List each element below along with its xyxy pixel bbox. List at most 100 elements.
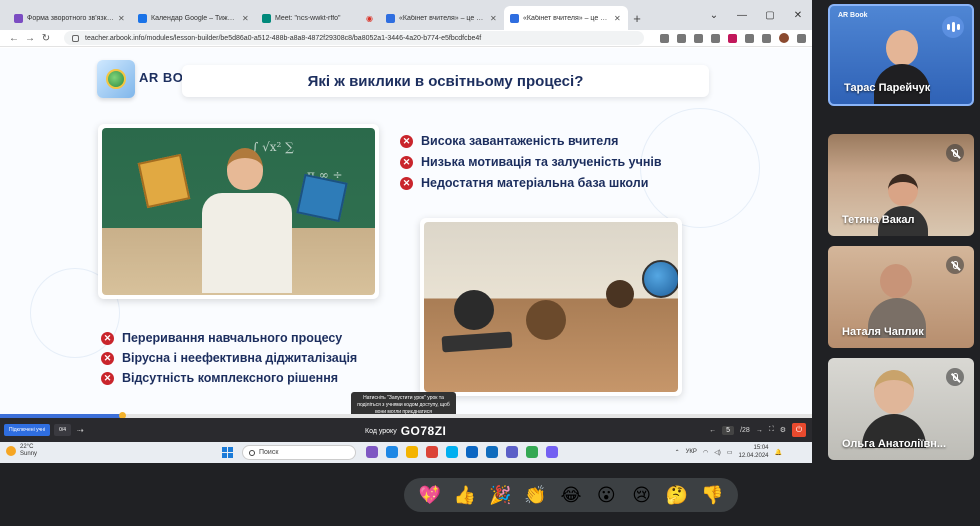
slide-navigation: ← 5 /28 → ⛶ ⚙ ⏻ [709, 423, 806, 437]
slide-title-box: Які ж виклики в освітньому процесі? [182, 65, 709, 97]
challenge-text: Переривання навчального процесу [122, 331, 343, 345]
tab-search-icon[interactable]: ⌄ [700, 10, 728, 21]
list-item: ✕ Переривання навчального процесу [101, 331, 357, 345]
wifi-icon[interactable]: ◠ [703, 449, 708, 456]
lesson-code: Код уроку GO78ZI [365, 424, 446, 438]
bookmark-star-icon[interactable] [711, 33, 720, 43]
close-tab-icon[interactable]: ✕ [242, 14, 250, 23]
heart-reaction[interactable]: 💖 [418, 483, 442, 507]
lesson-slide: AR BOOK Які ж виклики в освітньому проце… [0, 48, 812, 414]
explorer-icon[interactable] [406, 446, 418, 458]
students-photo-image [424, 222, 678, 392]
tab-title: Meet: "ncs-wwkt-rffo" [275, 14, 341, 22]
skype-icon[interactable] [446, 446, 458, 458]
challenge-text: Відсутність комплексного рішення [122, 371, 339, 385]
viber-icon[interactable] [546, 446, 558, 458]
windows-start-icon[interactable] [222, 447, 233, 458]
thumbs-up-reaction[interactable]: 👍 [453, 483, 477, 507]
outlook-icon[interactable] [486, 446, 498, 458]
school-globe [642, 260, 678, 298]
copilot-icon[interactable] [366, 446, 378, 458]
participant-tile[interactable]: Наталя Чаплик [828, 246, 974, 348]
new-tab-button[interactable]: + [628, 6, 646, 30]
students-count-button[interactable]: 0/4 [54, 424, 72, 436]
browser-tab-2[interactable]: Календар Google – Тиждень ( ✕ [132, 6, 256, 30]
browser-tab-3[interactable]: Meet: "ncs-wwkt-rffo" ◉ [256, 6, 380, 30]
maximize-button[interactable]: ▢ [756, 10, 784, 21]
teacher-body [202, 193, 292, 293]
tablet-device [441, 331, 513, 353]
tab-title: Форма зворотного зв'язку по [27, 14, 114, 22]
mic-off-icon [946, 368, 964, 386]
red-x-icon: ✕ [101, 371, 114, 385]
shared-screen: Форма зворотного зв'язку по ✕ Календар Go… [0, 0, 812, 463]
red-x-icon: ✕ [400, 176, 413, 190]
weather-text: 22°C Sunny [20, 444, 37, 458]
close-tab-icon[interactable]: ✕ [118, 14, 126, 23]
clap-reaction[interactable]: 👏 [524, 483, 548, 507]
browser-tab-5-active[interactable]: «Кабінет вчителя» – це зручн ✕ [504, 6, 628, 30]
fullscreen-icon[interactable]: ⛶ [769, 426, 774, 434]
party-reaction[interactable]: 🎉 [488, 483, 512, 507]
exit-lesson-button[interactable]: ⏻ [792, 423, 806, 437]
windows-taskbar: 22°C Sunny Поиск ⌃ УКР ◠ ◁) ▭ 15:04 12.0… [0, 442, 812, 463]
menu-kebab-icon[interactable] [797, 33, 806, 43]
extension-icon[interactable] [728, 33, 737, 43]
student-head [454, 290, 494, 330]
current-slide-number[interactable]: 5 [722, 425, 735, 435]
translate-icon[interactable] [677, 33, 686, 43]
site-info-icon[interactable] [72, 34, 79, 42]
minimize-button[interactable]: — [728, 10, 756, 21]
chrome-profile-icon[interactable] [526, 446, 538, 458]
url-input[interactable]: teacher.arbook.info/modules/lesson-build… [64, 31, 644, 45]
profile-avatar[interactable] [779, 33, 789, 43]
notification-bell-icon[interactable]: 🔔 [775, 449, 782, 456]
lesson-code-label: Код уроку [365, 427, 397, 435]
settings-icon[interactable]: ⚙ [780, 426, 786, 434]
sad-reaction[interactable]: 😢 [630, 483, 654, 507]
surprised-reaction[interactable]: 😮 [594, 483, 618, 507]
thinking-reaction[interactable]: 🤔 [665, 483, 689, 507]
clock[interactable]: 15:04 12.04.2024 [738, 444, 768, 460]
connected-students-button[interactable]: Підключені учні [4, 424, 51, 436]
chrome-icon[interactable] [426, 446, 438, 458]
taskbar-search-input[interactable]: Поиск [242, 445, 356, 460]
participant-tile-presenter[interactable]: AR Book Тарас Парейчук [828, 4, 974, 106]
close-tab-icon[interactable]: ✕ [614, 14, 622, 23]
thumbs-down-reaction[interactable]: 👎 [700, 483, 724, 507]
expand-arrow-icon[interactable]: ⇢ [77, 426, 84, 435]
close-window-button[interactable]: ✕ [784, 10, 812, 21]
reload-icon[interactable]: ↻ [38, 33, 54, 44]
participant-tile[interactable]: Ольга Анатоліївн... [828, 358, 974, 460]
challenge-text: Низька мотивація та залученість учнів [421, 155, 662, 169]
participant-name: Тарас Парейчук [844, 82, 931, 94]
cast-icon[interactable] [660, 33, 669, 43]
edge-icon[interactable] [386, 446, 398, 458]
participant-tile[interactable]: Тетяна Вакал [828, 134, 974, 236]
weather-widget[interactable]: 22°C Sunny [6, 444, 37, 458]
prev-slide-icon[interactable]: ← [709, 427, 716, 434]
list-item: ✕ Недостатня матеріальна база школи [400, 176, 662, 190]
volume-icon[interactable]: ◁) [714, 449, 721, 456]
red-x-icon: ✕ [400, 134, 413, 148]
close-tab-icon[interactable]: ✕ [490, 14, 498, 23]
tab-title: Календар Google – Тиждень ( [151, 14, 238, 22]
forward-arrow-icon[interactable]: → [22, 33, 38, 44]
teams-icon[interactable] [506, 446, 518, 458]
sidebar-icon[interactable] [762, 33, 771, 43]
blue-book [296, 173, 348, 223]
language-indicator[interactable]: УКР [686, 449, 697, 455]
tray-chevron-icon[interactable]: ⌃ [675, 449, 680, 456]
address-bar-row: ← → ↻ teacher.arbook.info/modules/lesson… [0, 30, 812, 47]
laugh-reaction[interactable]: 😂 [559, 483, 583, 507]
total-slides: /28 [740, 426, 750, 434]
mail-icon[interactable] [466, 446, 478, 458]
browser-tab-1[interactable]: Форма зворотного зв'язку по ✕ [8, 6, 132, 30]
browser-tab-4[interactable]: «Кабінет вчителя» – це зручн ✕ [380, 6, 504, 30]
zoom-icon[interactable] [694, 33, 703, 43]
battery-icon[interactable]: ▭ [727, 449, 733, 456]
puzzle-icon[interactable] [745, 33, 754, 43]
next-slide-icon[interactable]: → [756, 427, 763, 434]
red-x-icon: ✕ [101, 331, 114, 345]
back-arrow-icon[interactable]: ← [6, 33, 22, 44]
